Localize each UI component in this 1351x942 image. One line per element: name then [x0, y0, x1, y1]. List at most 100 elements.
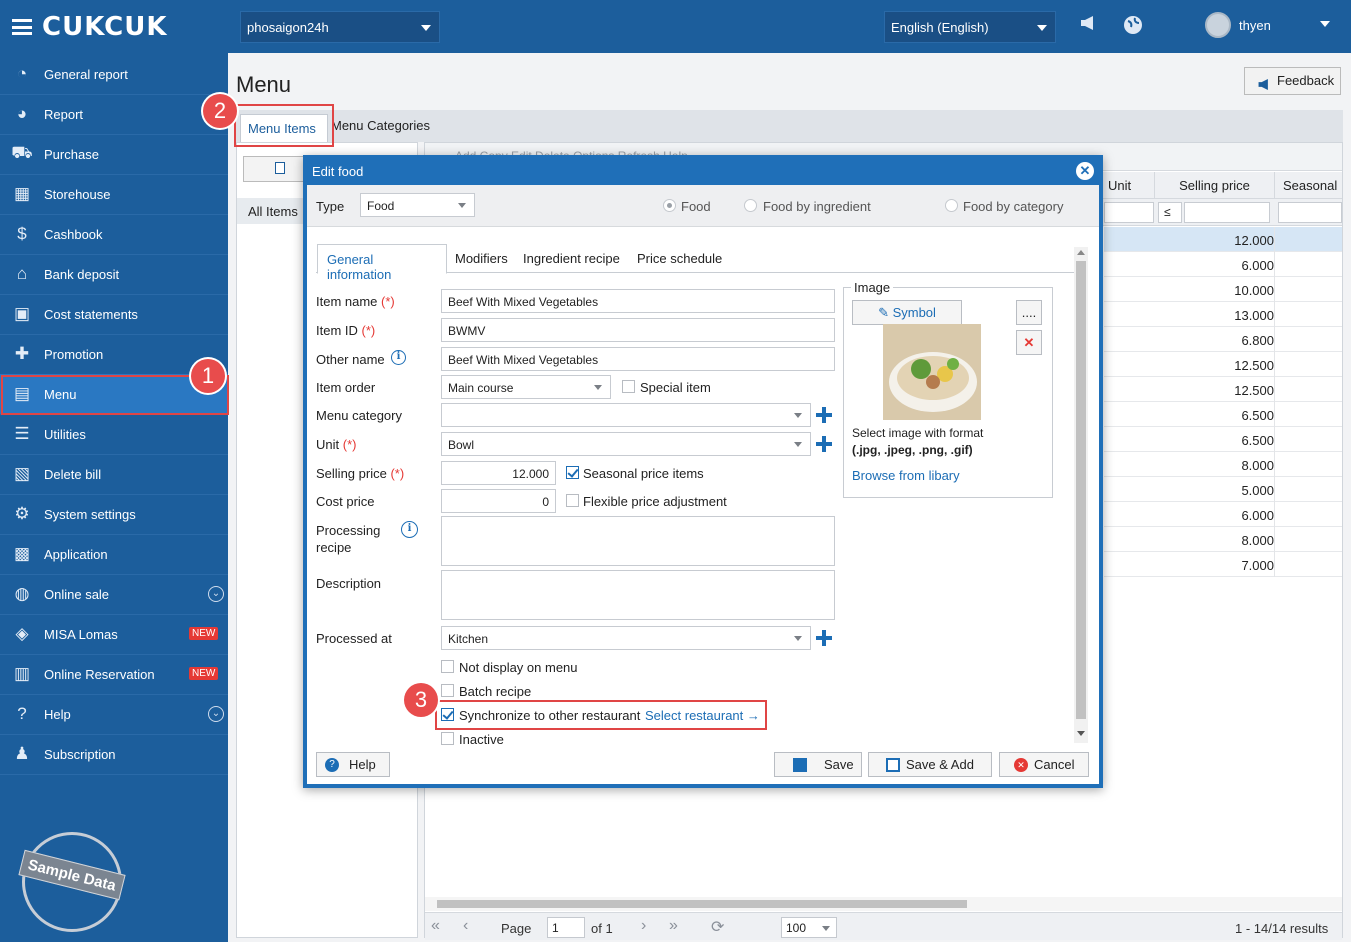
table-row[interactable]: 8.000 [1104, 452, 1342, 477]
column-header-selling-price[interactable]: Selling price [1155, 172, 1275, 199]
page-input[interactable]: 1 [547, 917, 585, 938]
add-category-icon[interactable] [816, 407, 832, 423]
tab-menu-categories[interactable]: Menu Categories [331, 118, 430, 133]
other-name-input[interactable]: Beef With Mixed Vegetables [441, 347, 835, 371]
add-category-button[interactable]: A [243, 156, 305, 182]
sidebar-item-general-report[interactable]: ◔ General report [0, 54, 228, 94]
save-add-button[interactable]: Save & Add [868, 752, 992, 777]
seasonal-price-checkbox[interactable] [566, 466, 579, 479]
table-row[interactable]: 7.000 [1104, 552, 1342, 577]
item-order-select[interactable]: Main course [441, 375, 611, 399]
first-page-icon[interactable]: « [431, 917, 440, 935]
table-row[interactable]: 8.000 [1104, 527, 1342, 552]
chevron-down-icon[interactable] [1320, 21, 1330, 27]
table-row[interactable]: 6.000 [1104, 502, 1342, 527]
scroll-down-icon[interactable] [1077, 731, 1085, 736]
seasonal-filter-input[interactable] [1278, 202, 1342, 223]
sidebar-item-cost-statements[interactable]: ▣ Cost statements [0, 294, 228, 334]
last-page-icon[interactable]: » [669, 917, 678, 935]
megaphone-icon[interactable] [1078, 15, 1098, 35]
description-textarea[interactable] [441, 570, 835, 620]
column-header-unit[interactable]: Unit [1100, 172, 1155, 199]
info-icon[interactable]: i [401, 521, 418, 538]
add-unit-icon[interactable] [816, 436, 832, 452]
batch-recipe-checkbox[interactable] [441, 684, 454, 697]
sidebar-item-purchase[interactable]: ⛟ Purchase [0, 134, 228, 174]
price-filter-input[interactable] [1184, 202, 1270, 223]
tab-ingredient-recipe[interactable]: Ingredient recipe [523, 251, 620, 266]
table-row[interactable]: 12.500 [1104, 377, 1342, 402]
sidebar-item-utilities[interactable]: ☰ Utilities [0, 414, 228, 454]
next-page-icon[interactable]: › [641, 917, 646, 935]
sidebar-item-help[interactable]: ? Help ⌄ [0, 694, 228, 734]
scroll-up-icon[interactable] [1077, 250, 1085, 255]
sidebar-item-storehouse[interactable]: ▦ Storehouse [0, 174, 228, 214]
sidebar-item-cashbook[interactable]: $ Cashbook [0, 214, 228, 254]
radio-food-by-ingredient[interactable] [744, 199, 757, 212]
browse-more-button[interactable]: .... [1016, 300, 1042, 325]
sidebar-item-delete-bill[interactable]: ▧ Delete bill [0, 454, 228, 494]
feedback-button[interactable]: Feedback [1244, 67, 1341, 95]
symbol-button[interactable]: ✎ Symbol [852, 300, 962, 325]
sidebar-item-report[interactable]: ◕ Report [0, 94, 228, 134]
remove-image-icon[interactable]: ✕ [1016, 330, 1042, 355]
scrollbar-thumb[interactable] [1076, 261, 1086, 719]
radio-food-by-category[interactable] [945, 199, 958, 212]
dialog-scrollbar[interactable] [1074, 247, 1088, 743]
refresh-icon[interactable]: ⟳ [711, 917, 724, 937]
processed-at-select[interactable]: Kitchen [441, 626, 811, 650]
tab-modifiers[interactable]: Modifiers [455, 251, 508, 266]
language-select[interactable]: English (English) [884, 11, 1056, 43]
tab-general-information[interactable]: General information [317, 244, 447, 282]
item-id-input[interactable]: BWMV [441, 318, 835, 342]
table-row[interactable]: 6.500 [1104, 427, 1342, 452]
radio-food[interactable] [663, 199, 676, 212]
sidebar-item-subscription[interactable]: ♟ Subscription [0, 734, 228, 774]
table-row[interactable]: 13.000 [1104, 302, 1342, 327]
add-processed-at-icon[interactable] [816, 630, 832, 646]
scrollbar-thumb[interactable] [437, 900, 967, 908]
page-size-select[interactable]: 100 [781, 917, 837, 938]
sidebar-item-online-reservation[interactable]: ▥ Online Reservation NEW [0, 654, 228, 694]
sidebar-item-misa-lomas[interactable]: ◈ MISA Lomas NEW [0, 614, 228, 654]
cost-price-input[interactable]: 0 [441, 489, 556, 513]
unit-filter-input[interactable] [1104, 202, 1154, 223]
table-row[interactable]: 6.000 [1104, 252, 1342, 277]
save-button[interactable]: Save [774, 752, 862, 777]
cancel-button[interactable]: ✕ Cancel [999, 752, 1089, 777]
item-name-input[interactable]: Beef With Mixed Vegetables [441, 289, 835, 313]
inactive-checkbox[interactable] [441, 732, 454, 745]
unit-select[interactable]: Bowl [441, 432, 811, 456]
user-menu[interactable]: thyen [1205, 12, 1271, 38]
tab-price-schedule[interactable]: Price schedule [637, 251, 722, 266]
sidebar-item-online-sale[interactable]: ◍ Online sale ⌄ [0, 574, 228, 614]
table-row[interactable]: 5.000 [1104, 477, 1342, 502]
not-display-checkbox[interactable] [441, 660, 454, 673]
restaurant-select[interactable]: phosaigon24h [240, 11, 440, 43]
column-header-seasonal[interactable]: Seasonal [1275, 172, 1342, 199]
table-row[interactable]: 6.800 [1104, 327, 1342, 352]
type-select[interactable]: Food [360, 193, 475, 217]
special-item-checkbox[interactable] [622, 380, 635, 393]
info-icon[interactable]: i [391, 350, 406, 365]
selling-price-input[interactable]: 12.000 [441, 461, 556, 485]
close-icon[interactable]: ✕ [1076, 162, 1094, 180]
sidebar-item-bank-deposit[interactable]: ⌂ Bank deposit [0, 254, 228, 294]
hamburger-icon[interactable] [12, 19, 32, 35]
processing-recipe-textarea[interactable] [441, 516, 835, 566]
sidebar-item-system-settings[interactable]: ⚙ System settings [0, 494, 228, 534]
globe-icon[interactable] [1123, 15, 1143, 35]
chevron-down-icon[interactable]: ⌄ [208, 706, 224, 722]
table-row[interactable]: 12.000 [1104, 227, 1342, 252]
prev-page-icon[interactable]: ‹ [463, 917, 468, 935]
flexible-price-checkbox[interactable] [566, 494, 579, 507]
horizontal-scrollbar[interactable] [425, 897, 1342, 911]
sidebar-item-application[interactable]: ▩ Application [0, 534, 228, 574]
table-row[interactable]: 6.500 [1104, 402, 1342, 427]
price-filter-operator[interactable]: ≤ [1158, 202, 1182, 223]
table-row[interactable]: 10.000 [1104, 277, 1342, 302]
browse-library-link[interactable]: Browse from libary [852, 468, 960, 483]
menu-category-select[interactable] [441, 403, 811, 427]
help-button[interactable]: ? Help [316, 752, 390, 777]
table-row[interactable]: 12.500 [1104, 352, 1342, 377]
